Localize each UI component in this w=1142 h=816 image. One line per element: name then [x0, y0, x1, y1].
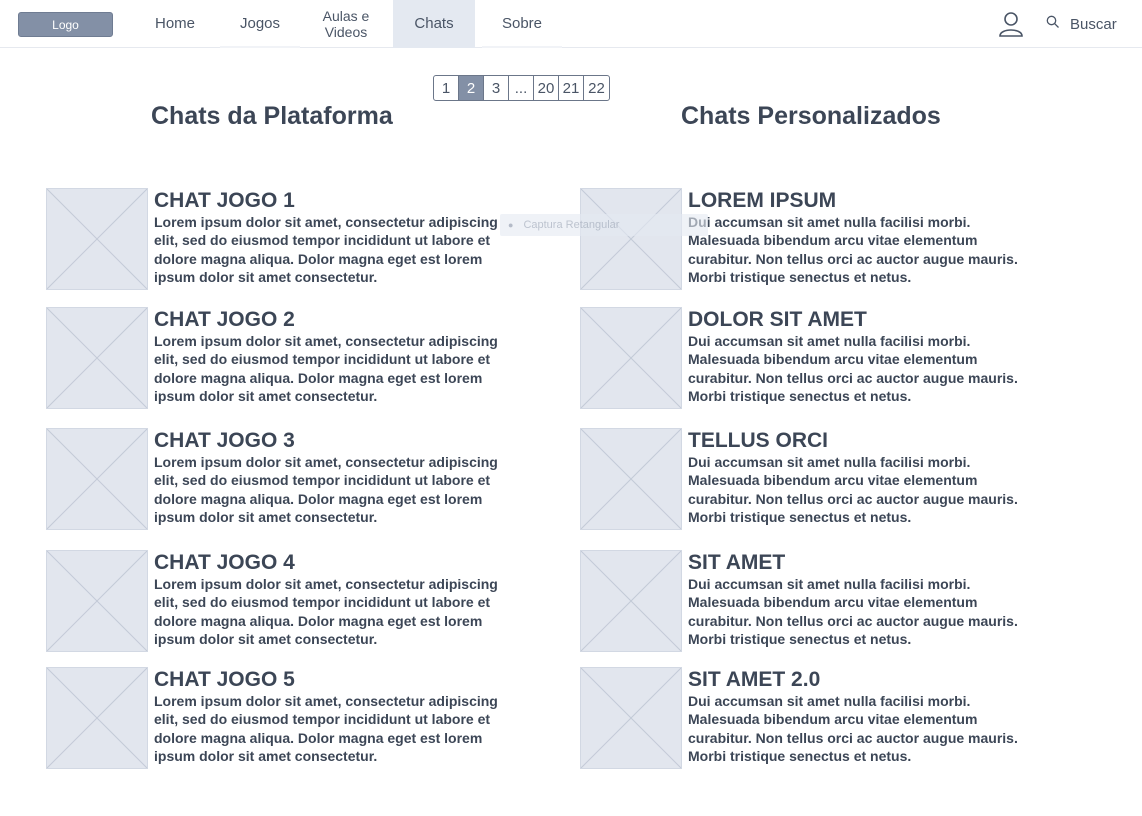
chat-card-title[interactable]: LOREM IPSUM	[688, 189, 836, 213]
chat-card[interactable]: CHAT JOGO 2 Lorem ipsum dolor sit amet, c…	[46, 307, 516, 411]
chat-card-description: Lorem ipsum dolor sit amet, consectetur …	[154, 576, 498, 648]
section-title-custom-chats: Chats Personalizados	[681, 102, 941, 130]
chat-card[interactable]: CHAT JOGO 1 Lorem ipsum dolor sit amet, c…	[46, 188, 516, 292]
image-placeholder-icon	[46, 307, 148, 409]
page-button[interactable]: 21	[559, 76, 584, 100]
chat-card[interactable]: SIT AMET Dui accumsan sit amet nulla faci…	[580, 550, 1050, 654]
capture-overlay-label: Captura Retangular	[523, 219, 620, 231]
page-button[interactable]: 20	[534, 76, 559, 100]
section-title-platform-chats: Chats da Plataforma	[151, 102, 393, 130]
nav-home[interactable]: Home	[148, 0, 202, 48]
pagination: 1 2 3... 20 21 22	[433, 75, 610, 101]
image-placeholder-icon	[46, 188, 148, 290]
search-icon	[1046, 15, 1060, 33]
nav-aulas-label: Aulas e Videos	[322, 8, 370, 40]
search-label: Buscar	[1070, 15, 1117, 33]
image-placeholder-icon	[580, 550, 682, 652]
nav-jogos[interactable]: Jogos	[234, 0, 286, 48]
image-placeholder-icon	[46, 550, 148, 652]
image-placeholder-icon	[580, 188, 682, 290]
image-placeholder-icon	[580, 307, 682, 409]
image-placeholder-icon	[46, 667, 148, 769]
capture-overlay: ● Captura Retangular	[500, 214, 708, 236]
chat-card-title[interactable]: CHAT JOGO 3	[154, 429, 295, 453]
nav-chats-label: Chats	[414, 15, 454, 32]
nav-sobre[interactable]: Sobre	[496, 0, 548, 48]
chat-card-description: Dui accumsan sit amet nulla facilisi mor…	[688, 693, 1018, 765]
page-button[interactable]: 3	[484, 76, 509, 100]
nav-home-label: Home	[154, 15, 195, 32]
nav-chats[interactable]: Chats	[393, 0, 475, 48]
chat-card[interactable]: TELLUS ORCI Dui accumsan sit amet nulla f…	[580, 428, 1050, 532]
nav-jogos-label: Jogos	[239, 15, 281, 32]
chat-card-title[interactable]: CHAT JOGO 4	[154, 551, 295, 575]
chat-card-title[interactable]: CHAT JOGO 2	[154, 308, 295, 332]
image-placeholder-icon	[46, 428, 148, 530]
chat-card[interactable]: SIT AMET 2.0 Dui accumsan sit amet nulla …	[580, 667, 1050, 771]
page-button[interactable]: 22	[584, 76, 609, 100]
chat-card-title[interactable]: CHAT JOGO 1	[154, 189, 295, 213]
chat-card-description: Lorem ipsum dolor sit amet, consectetur …	[154, 454, 498, 526]
chat-card-title[interactable]: SIT AMET	[688, 551, 785, 575]
image-placeholder-icon	[580, 428, 682, 530]
chat-card[interactable]: LOREM IPSUM Dui accumsan sit amet nulla f…	[580, 188, 1050, 292]
chat-card-description: Dui accumsan sit amet nulla facilisi mor…	[688, 576, 1018, 648]
page-button[interactable]: 2	[459, 76, 484, 100]
page-button[interactable]: 1	[434, 76, 459, 100]
chat-card-description: Lorem ipsum dolor sit amet, consectetur …	[154, 214, 498, 286]
user-icon[interactable]	[998, 11, 1024, 37]
chat-card[interactable]: CHAT JOGO 4 Lorem ipsum dolor sit amet, c…	[46, 550, 516, 654]
search-button[interactable]: Buscar	[1046, 14, 1117, 34]
chat-card-title[interactable]: SIT AMET 2.0	[688, 668, 820, 692]
page-button[interactable]: ...	[509, 76, 534, 100]
chat-card-description: Lorem ipsum dolor sit amet, consectetur …	[154, 333, 498, 405]
nav-sobre-label: Sobre	[501, 15, 543, 32]
chat-card[interactable]: CHAT JOGO 3 Lorem ipsum dolor sit amet, c…	[46, 428, 516, 532]
logo[interactable]: Logo	[18, 12, 113, 37]
image-placeholder-icon	[580, 667, 682, 769]
chat-card-description: Dui accumsan sit amet nulla facilisi mor…	[688, 333, 1018, 405]
chat-card-description: Lorem ipsum dolor sit amet, consectetur …	[154, 693, 498, 765]
chat-card[interactable]: CHAT JOGO 5 Lorem ipsum dolor sit amet, c…	[46, 667, 516, 771]
top-navbar: Logo Home Jogos Aulas e Videos Chats Sob…	[0, 0, 1142, 48]
nav-divider	[220, 46, 300, 48]
chat-card-description: Dui accumsan sit amet nulla facilisi mor…	[688, 214, 1018, 286]
chat-card-title[interactable]: TELLUS ORCI	[688, 429, 828, 453]
chat-card[interactable]: DOLOR SIT AMET Dui accumsan sit amet null…	[580, 307, 1050, 411]
nav-divider	[482, 46, 562, 48]
record-dot-icon: ●	[508, 220, 514, 230]
nav-aulas-e-videos[interactable]: Aulas e Videos	[318, 0, 374, 48]
chat-card-title[interactable]: CHAT JOGO 5	[154, 668, 295, 692]
chat-card-description: Dui accumsan sit amet nulla facilisi mor…	[688, 454, 1018, 526]
chat-card-title[interactable]: DOLOR SIT AMET	[688, 308, 867, 332]
